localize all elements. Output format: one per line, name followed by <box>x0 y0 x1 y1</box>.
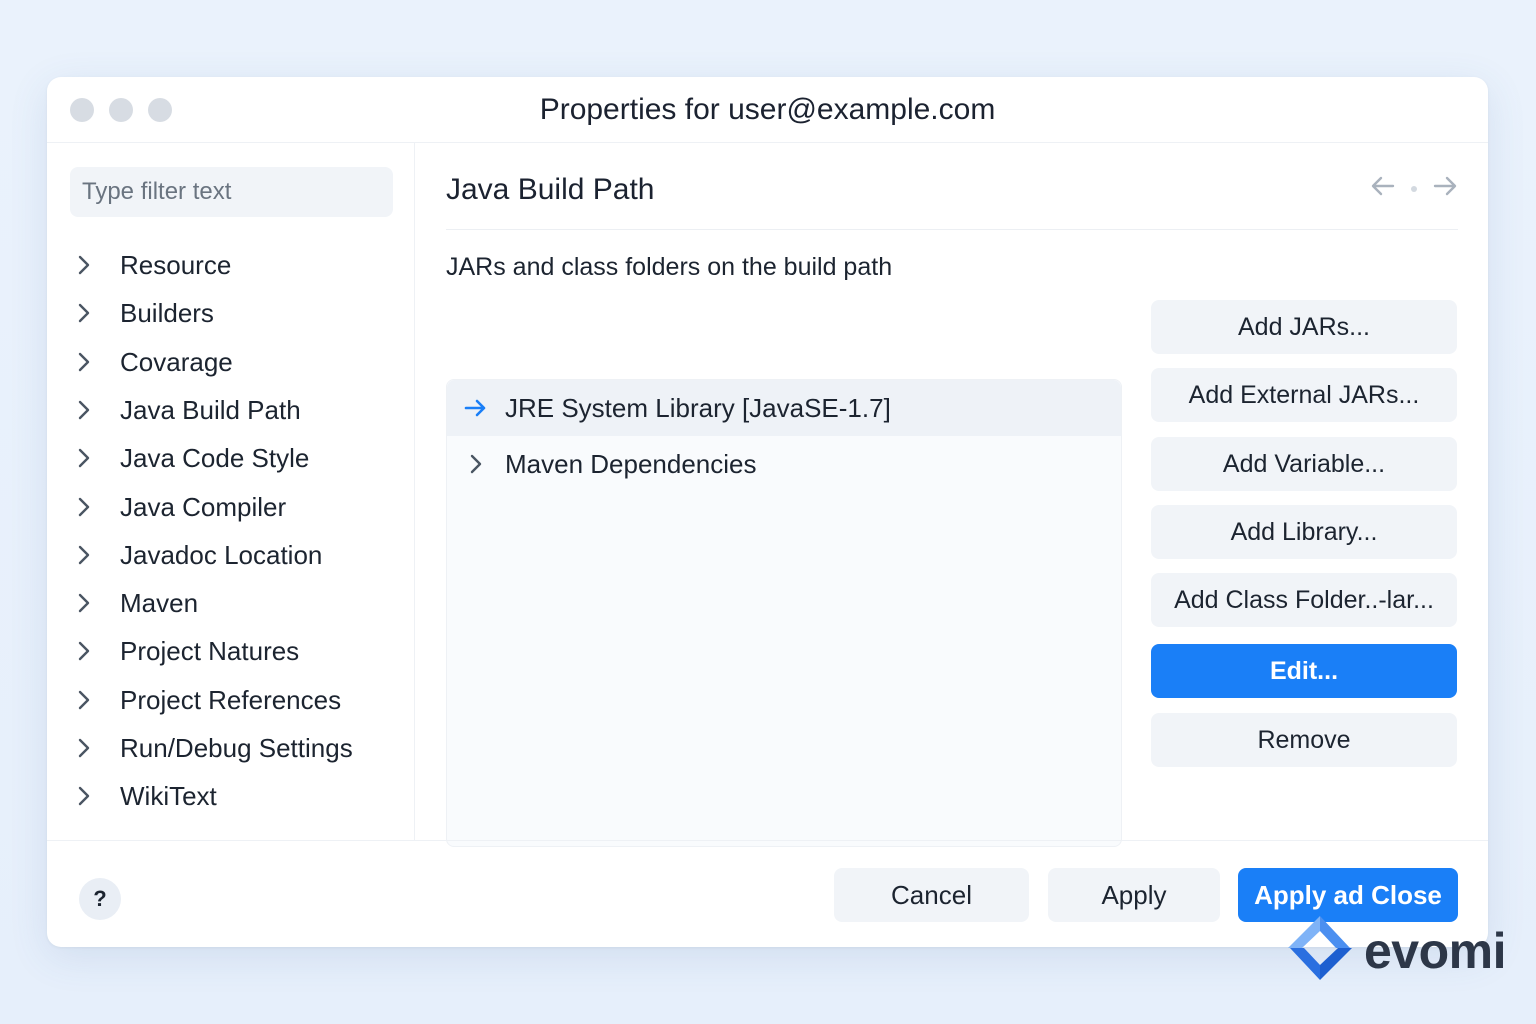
evomi-logo-text: evomi <box>1364 922 1507 979</box>
sidebar-item-wikitext[interactable]: WikiText <box>77 776 217 816</box>
chevron-right-icon <box>77 447 113 469</box>
forward-arrow-icon[interactable] <box>1432 175 1458 202</box>
chevron-right-icon <box>77 302 113 324</box>
apply-button[interactable]: Apply <box>1048 868 1220 922</box>
chevron-right-icon <box>77 592 113 614</box>
chevron-right-icon <box>77 496 113 518</box>
sidebar-item-java-code-style[interactable]: Java Code Style <box>77 438 309 478</box>
evomi-logo: evomi <box>1280 912 1507 989</box>
sidebar-item-label: Builders <box>120 297 214 328</box>
edit-button[interactable]: Edit... <box>1151 644 1457 698</box>
sidebar-item-label: Run/Debug Settings <box>120 732 353 763</box>
sidebar-item-covarage[interactable]: Covarage <box>77 342 233 382</box>
sidebar-item-label: Java Build Path <box>120 394 301 425</box>
build-path-description: JARs and class folders on the build path <box>446 253 893 281</box>
sidebar-item-label: Covarage <box>120 346 233 377</box>
cancel-button[interactable]: Cancel <box>834 868 1029 922</box>
sidebar-item-label: WikiText <box>120 780 217 811</box>
properties-dialog: Properties for user@example.com Resource… <box>47 77 1488 947</box>
help-button[interactable]: ? <box>79 878 121 920</box>
remove-button[interactable]: Remove <box>1151 713 1457 767</box>
sidebar-item-run-debug-settings[interactable]: Run/Debug Settings <box>77 728 353 768</box>
list-item-jre-system-library[interactable]: JRE System Library [JavaSE-1.7] <box>447 380 1121 436</box>
add-external-jars-button[interactable]: Add External JARs... <box>1151 368 1457 422</box>
chevron-right-icon <box>77 737 113 759</box>
menu-dot-icon[interactable] <box>1410 180 1418 198</box>
sidebar-item-java-compiler[interactable]: Java Compiler <box>77 487 286 527</box>
chevron-right-icon <box>447 453 505 475</box>
chevron-right-icon <box>77 689 113 711</box>
sidebar-item-label: Project References <box>120 684 342 715</box>
sidebar-item-label: Resource <box>120 249 232 280</box>
chevron-right-icon <box>77 351 113 373</box>
page-title: Java Build Path <box>446 173 655 206</box>
title-bar: Properties for user@example.com <box>47 77 1488 143</box>
sidebar-item-builders[interactable]: Builders <box>77 293 214 333</box>
sidebar-item-label: Java Code Style <box>120 442 310 473</box>
sidebar-item-maven[interactable]: Maven <box>77 583 198 623</box>
add-library-button[interactable]: Add Library... <box>1151 505 1457 559</box>
chevron-right-icon <box>77 640 113 662</box>
sidebar: Resource Builders Covarage Java Build Pa… <box>47 143 415 840</box>
back-arrow-icon[interactable] <box>1370 175 1396 202</box>
dialog-footer: ? Cancel Apply Apply ad Close <box>47 840 1488 947</box>
add-variable-button[interactable]: Add Variable... <box>1151 437 1457 491</box>
build-path-list[interactable]: JRE System Library [JavaSE-1.7] Maven De… <box>446 379 1122 847</box>
list-item-label: Maven Dependencies <box>505 448 757 479</box>
sidebar-item-label: Javadoc Location <box>120 539 323 570</box>
chevron-right-icon <box>77 785 113 807</box>
header-divider <box>446 229 1458 230</box>
chevron-right-icon <box>77 399 113 421</box>
list-item-maven-dependencies[interactable]: Maven Dependencies <box>447 436 1121 492</box>
evomi-logo-icon <box>1280 912 1360 989</box>
sidebar-item-label: Java Compiler <box>120 491 287 522</box>
sidebar-item-javadoc-location[interactable]: Javadoc Location <box>77 535 322 575</box>
sidebar-item-label: Maven <box>120 587 199 618</box>
arrow-right-icon <box>447 397 505 419</box>
sidebar-item-java-build-path[interactable]: Java Build Path <box>77 390 301 430</box>
filter-input[interactable] <box>70 167 393 217</box>
sidebar-item-project-natures[interactable]: Project Natures <box>77 631 299 671</box>
chevron-right-icon <box>77 544 113 566</box>
history-nav <box>1370 175 1458 202</box>
sidebar-item-resource[interactable]: Resource <box>77 245 231 285</box>
window-title: Properties for user@example.com <box>539 93 996 126</box>
add-jars-button[interactable]: Add JARs... <box>1151 300 1457 354</box>
sidebar-item-project-references[interactable]: Project References <box>77 680 341 720</box>
chevron-right-icon <box>77 254 113 276</box>
sidebar-item-label: Project Natures <box>120 635 300 666</box>
list-item-label: JRE System Library [JavaSE-1.7] <box>505 392 891 423</box>
add-class-folder-button[interactable]: Add Class Folder..-lar... <box>1151 573 1457 627</box>
